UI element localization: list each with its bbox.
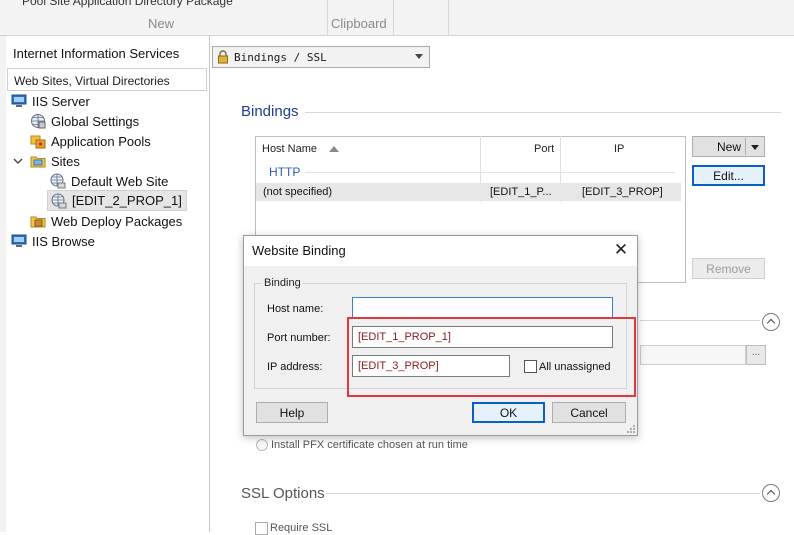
ip-address-label: IP address: — [267, 361, 323, 373]
close-icon[interactable]: ✕ — [612, 241, 630, 259]
group-label-http: HTTP — [269, 165, 301, 179]
website-globe-icon — [50, 173, 66, 189]
tree-label: Default Web Site — [71, 173, 169, 189]
dialog-title: Website Binding — [252, 243, 346, 258]
column-header-port[interactable]: Port — [534, 143, 554, 155]
sort-ascending-icon — [329, 146, 339, 152]
tree-item-default-web-site[interactable]: Default Web Site — [50, 171, 168, 191]
ribbon-group-clipboard: Clipboard — [331, 16, 387, 31]
tree-item-global-settings[interactable]: Global Settings — [30, 111, 139, 131]
host-name-input[interactable] — [352, 297, 613, 319]
tree-label: Global Settings — [51, 113, 140, 129]
ok-button[interactable]: OK — [472, 402, 545, 423]
folder-sites-icon — [30, 156, 46, 168]
edit-button[interactable]: Edit... — [692, 165, 765, 186]
column-header-host-name[interactable]: Host Name — [262, 143, 317, 155]
ribbon-divider — [448, 0, 449, 35]
section-title-ssl-options: SSL Options — [241, 485, 325, 502]
section-divider — [326, 493, 760, 494]
ribbon-group-new: New — [148, 16, 175, 31]
pfx-radio[interactable] — [256, 439, 268, 451]
chevron-down-icon[interactable] — [751, 145, 759, 150]
cell-host: (not specified) — [263, 186, 333, 198]
tree-label: IIS Server — [32, 93, 90, 109]
port-number-label: Port number: — [267, 332, 331, 344]
highlight-box — [347, 317, 636, 397]
require-ssl-checkbox[interactable] — [255, 522, 268, 535]
browse-button[interactable]: ... — [746, 345, 766, 365]
ribbon-divider — [327, 0, 328, 35]
tree-item-application-pools[interactable]: Application Pools — [30, 131, 151, 151]
cancel-button[interactable]: Cancel — [552, 402, 626, 423]
split-divider — [745, 138, 746, 155]
group-divider — [305, 172, 675, 173]
globe-settings-icon — [31, 114, 46, 129]
column-header-ip[interactable]: IP — [614, 143, 624, 155]
left-panel-edge — [0, 36, 6, 532]
remove-button[interactable]: Remove — [692, 258, 765, 279]
collapse-icon[interactable] — [762, 313, 780, 331]
panel-subheader: Web Sites, Virtual Directories — [7, 68, 207, 91]
section-divider — [640, 320, 760, 321]
server-icon — [11, 94, 27, 107]
section-title-bindings: Bindings — [241, 103, 299, 120]
tree-label: Application Pools — [51, 133, 151, 149]
tree-label: IIS Browse — [32, 233, 95, 249]
collapse-icon[interactable] — [762, 484, 780, 502]
tree-item-iis-server[interactable]: IIS Server — [11, 91, 90, 111]
tree-item-iis-browse[interactable]: IIS Browse — [11, 231, 95, 251]
lock-icon — [218, 50, 228, 64]
tree-item-selected-site[interactable]: [EDIT_2_PROP_1] — [47, 190, 187, 211]
panel-title: Internet Information Services — [13, 46, 180, 61]
package-folder-icon — [30, 216, 46, 228]
cell-port: [EDIT_1_P... — [490, 186, 552, 198]
app-pools-icon — [30, 135, 46, 149]
help-button[interactable]: Help — [256, 402, 328, 423]
require-ssl-label: Require SSL — [270, 522, 333, 534]
page-selector-combo[interactable]: Bindings / SSL — [212, 46, 430, 68]
tree-item-sites[interactable]: Sites — [30, 151, 80, 171]
tree-label: [EDIT_2_PROP_1] — [72, 193, 182, 208]
pfx-radio-label: Install PFX certificate chosen at run ti… — [271, 439, 468, 451]
host-name-label: Host name: — [267, 303, 324, 315]
binding-group-label: Binding — [262, 277, 303, 289]
new-button-label: New — [717, 140, 742, 154]
server-icon — [11, 234, 27, 247]
tree-label: Sites — [51, 153, 80, 169]
ribbon-divider — [393, 0, 394, 35]
resize-grip-icon[interactable] — [626, 424, 636, 434]
section-divider — [305, 112, 781, 113]
cell-ip: [EDIT_3_PROP] — [582, 186, 663, 198]
combo-value: Bindings / SSL — [234, 51, 327, 64]
certificate-field[interactable] — [640, 345, 746, 365]
tree-label: Web Deploy Packages — [51, 213, 183, 229]
tree-item-web-deploy-packages[interactable]: Web Deploy Packages — [30, 211, 182, 231]
website-globe-icon — [51, 193, 67, 208]
chevron-down-icon — [415, 54, 423, 59]
ribbon-top-labels[interactable]: Pool Site Application Directory Package — [22, 0, 233, 8]
chevron-down-icon[interactable] — [13, 156, 23, 166]
